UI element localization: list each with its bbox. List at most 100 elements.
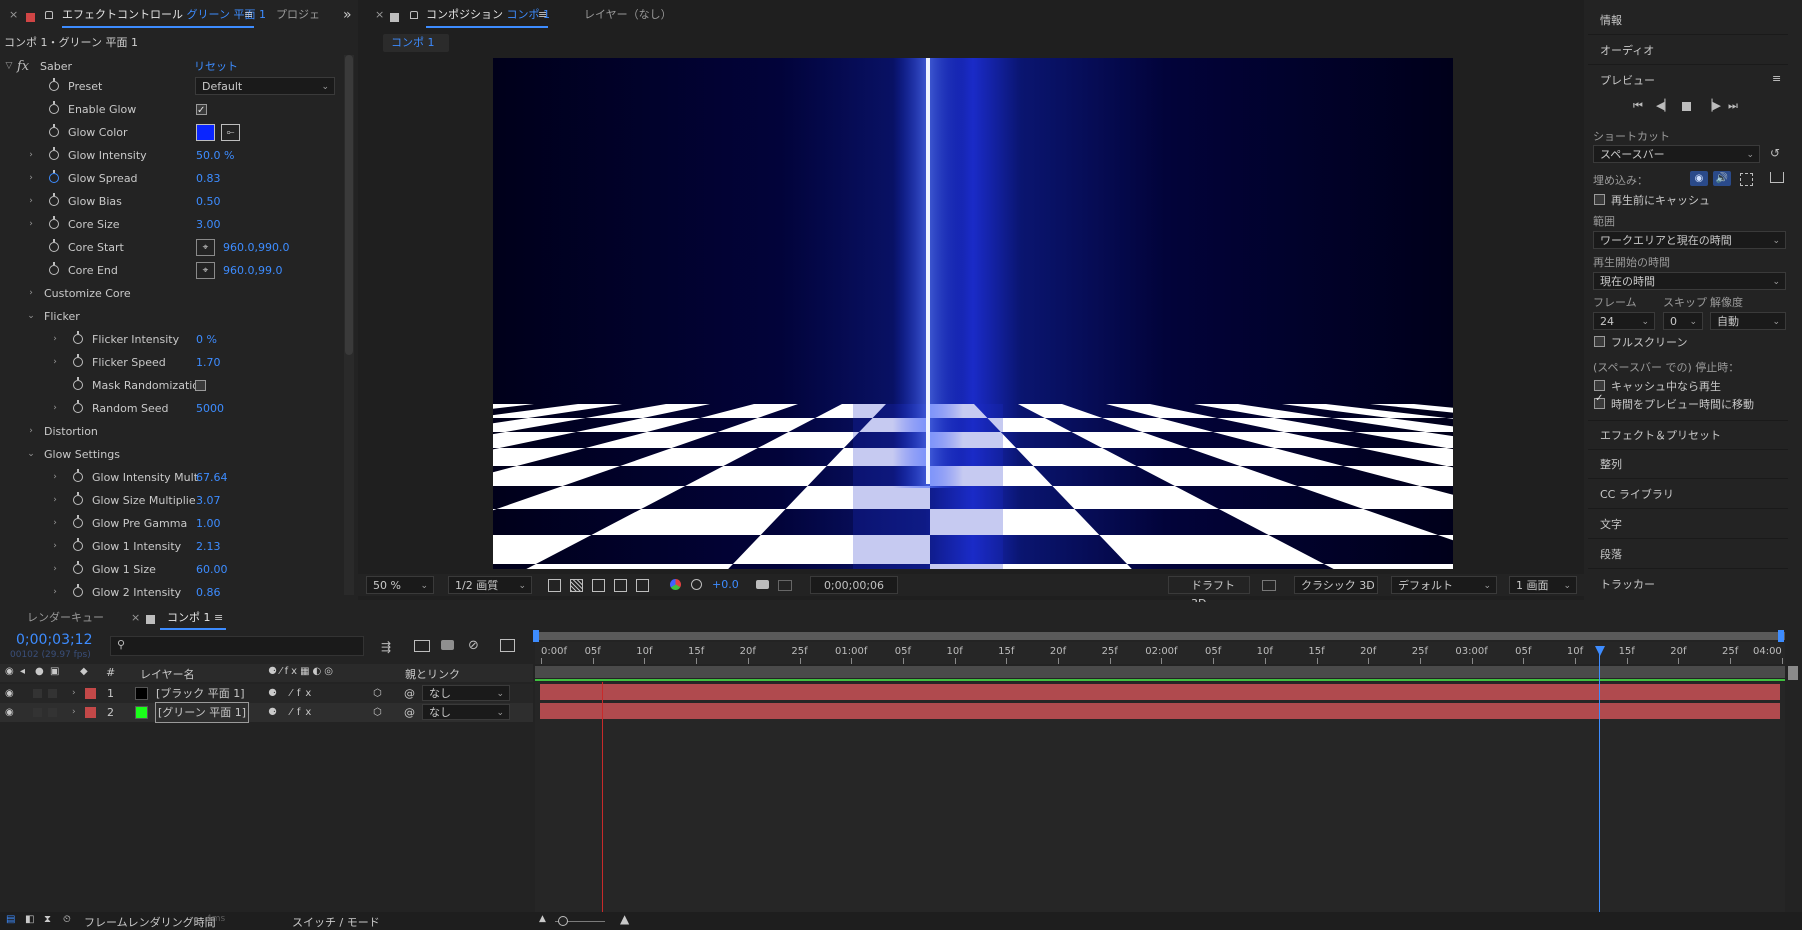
skip-dropdown[interactable]: 0 ⌄ — [1663, 312, 1703, 330]
property-value[interactable]: 0.86 — [196, 581, 221, 604]
timecode-display[interactable]: 0;00;00;06 — [810, 576, 898, 594]
point-value[interactable]: 960.0,99.0 — [223, 259, 282, 282]
effect-property-row[interactable]: Core End ⌖ 960.0,99.0 — [0, 259, 342, 282]
time-navigator-bar[interactable] — [535, 666, 1785, 678]
layer-viewer-tab[interactable]: レイヤー（なし） — [584, 6, 672, 24]
effects-presets-tab[interactable]: エフェクト＆プリセット — [1600, 427, 1721, 443]
view-layout-dropdown[interactable]: 1 画面 ⌄ — [1509, 576, 1577, 594]
stopwatch-icon[interactable] — [73, 354, 83, 367]
effect-property-row[interactable]: ⌄ Glow Settings — [0, 443, 342, 466]
timeline-zoom-handle[interactable] — [1788, 666, 1798, 680]
twirl-closed-icon[interactable]: › — [26, 167, 36, 190]
audio-icon[interactable]: ◂ — [20, 666, 25, 677]
property-value[interactable]: 67.64 — [196, 466, 228, 489]
layer-lock-box[interactable] — [48, 689, 57, 698]
property-value[interactable]: 3.07 — [196, 489, 221, 512]
property-value[interactable]: 0.50 — [196, 190, 221, 213]
property-value[interactable]: 2.13 — [196, 535, 221, 558]
effect-property-row[interactable]: › Glow 1 Size 60.00 — [0, 558, 342, 581]
stopwatch-icon[interactable] — [73, 538, 83, 551]
effect-property-row[interactable]: Preset Default ⌄ — [0, 75, 342, 98]
twirl-closed-icon[interactable]: › — [26, 420, 36, 443]
lock-column-icon[interactable]: ▣ — [50, 666, 59, 677]
audio-panel-tab[interactable]: オーディオ — [1600, 42, 1654, 58]
stopwatch-icon[interactable] — [73, 377, 83, 390]
solo-icon[interactable]: ● — [35, 666, 44, 677]
stopwatch-icon[interactable] — [49, 262, 59, 275]
layer-2-duration-bar[interactable] — [540, 703, 1780, 719]
transparency-grid-icon[interactable] — [570, 579, 583, 592]
effect-property-row[interactable]: ⌄ Flicker — [0, 305, 342, 328]
frame-blending-icon[interactable]: ⊘ — [468, 638, 479, 653]
export-icon[interactable] — [1770, 172, 1784, 183]
stopwatch-icon[interactable] — [49, 170, 59, 183]
twirl-closed-icon[interactable]: › — [50, 581, 60, 604]
property-value[interactable]: 50.0 % — [196, 144, 234, 167]
property-value[interactable]: 60.00 — [196, 558, 228, 581]
twirl-closed-icon[interactable]: › — [26, 282, 36, 305]
twirl-closed-icon[interactable]: › — [50, 397, 60, 420]
timeline-comp-tab[interactable]: コンポ 1 — [167, 609, 211, 627]
comp-tab-menu[interactable]: ≡ — [538, 6, 547, 24]
twirl-closed-icon[interactable]: › — [50, 328, 60, 351]
lock-icon[interactable] — [45, 11, 53, 19]
layer-switches-icon[interactable]: ▤ — [6, 914, 15, 925]
draft3d-timeline-icon[interactable] — [414, 640, 430, 652]
twirl-closed-icon[interactable]: › — [50, 512, 60, 535]
twirl-closed-icon[interactable]: › — [50, 535, 60, 558]
effect-property-row[interactable]: › Glow 2 Intensity 0.86 — [0, 581, 342, 604]
comp-lock-icon[interactable] — [410, 11, 418, 19]
effect-property-row[interactable]: › Random Seed 5000 — [0, 397, 342, 420]
shy-layers-icon[interactable] — [441, 640, 454, 650]
paragraph-tab[interactable]: 段落 — [1600, 546, 1622, 562]
shortcut-dropdown[interactable]: スペースバー ⌄ — [1593, 145, 1760, 163]
timeline-search-input[interactable]: ⚲ — [110, 636, 364, 656]
zoom-in-icon[interactable]: ▲ — [620, 912, 629, 926]
layer-visibility-icon[interactable]: ◉ — [5, 684, 14, 703]
stopwatch-icon[interactable] — [49, 101, 59, 114]
effect-property-row[interactable]: › Flicker Intensity 0 % — [0, 328, 342, 351]
layer-visibility-icon[interactable]: ◉ — [5, 703, 14, 722]
project-tab[interactable]: プロジェ — [276, 6, 320, 24]
comp-tab-title[interactable]: コンポジション コンポ 1 — [426, 6, 550, 24]
layer-solo-box[interactable] — [33, 689, 42, 698]
range-dropdown[interactable]: ワークエリアと現在の時間 ⌄ — [1593, 231, 1786, 249]
stopwatch-icon[interactable] — [49, 78, 59, 91]
play-from-dropdown[interactable]: 現在の時間 ⌄ — [1593, 272, 1786, 290]
effect-property-row[interactable]: › Glow Spread 0.83 — [0, 167, 342, 190]
effect-property-row[interactable]: › Distortion — [0, 420, 342, 443]
cache-before-playback-checkbox[interactable] — [1594, 194, 1605, 205]
safe-margins-icon[interactable] — [614, 579, 627, 592]
twirl-closed-icon[interactable]: › — [50, 351, 60, 374]
twirl-closed-icon[interactable]: › — [50, 489, 60, 512]
preset-dropdown[interactable]: Default ⌄ — [195, 77, 335, 95]
timeline-tab-menu[interactable]: ≡ — [214, 609, 223, 627]
point-value[interactable]: 960.0,990.0 — [223, 236, 289, 259]
work-area-end-handle[interactable] — [1778, 630, 1784, 642]
include-overlays-icon[interactable] — [1740, 173, 1753, 186]
layer-row[interactable]: ◉ › 2 [グリーン 平面 1] ⚈ ⁄fx ⬡ @ なし ⌄ — [0, 702, 533, 723]
grid-guides-icon[interactable] — [636, 579, 649, 592]
property-value[interactable]: 0 % — [196, 328, 217, 351]
stopwatch-icon[interactable] — [73, 492, 83, 505]
exposure-value[interactable]: +0.0 — [712, 578, 739, 591]
current-time-display[interactable]: 0;00;03;12 — [16, 632, 93, 648]
work-area-bar[interactable] — [535, 632, 1785, 640]
effect-property-row[interactable]: Enable Glow — [0, 98, 342, 122]
motion-blur-icon[interactable] — [500, 639, 515, 652]
effect-controls-tab-close[interactable]: × — [9, 6, 18, 24]
info-panel-tab[interactable]: 情報 — [1600, 12, 1622, 28]
layer-1-duration-bar[interactable] — [540, 684, 1780, 700]
include-audio-icon[interactable]: 🔊 — [1713, 171, 1731, 186]
parent-dropdown[interactable]: なし ⌄ — [422, 685, 510, 701]
render-time-icon[interactable]: ⏲ — [63, 914, 71, 925]
point-crosshair-icon[interactable]: ⌖ — [196, 239, 215, 256]
current-time-indicator[interactable] — [1595, 646, 1605, 656]
layer-row[interactable]: ◉ › 1 [ブラック 平面 1] ⚈ ⁄fx ⬡ @ なし ⌄ — [0, 684, 533, 703]
video-visibility-icon[interactable]: ◉ — [5, 666, 14, 677]
label-tag-icon[interactable]: ◆ — [80, 666, 88, 677]
layer-solo-box[interactable] — [33, 708, 42, 717]
layer-label-color[interactable] — [85, 707, 96, 718]
effect-property-row[interactable]: › Glow Intensity Mult 67.64 — [0, 466, 342, 489]
zoom-out-icon[interactable]: ▲ — [539, 914, 546, 924]
